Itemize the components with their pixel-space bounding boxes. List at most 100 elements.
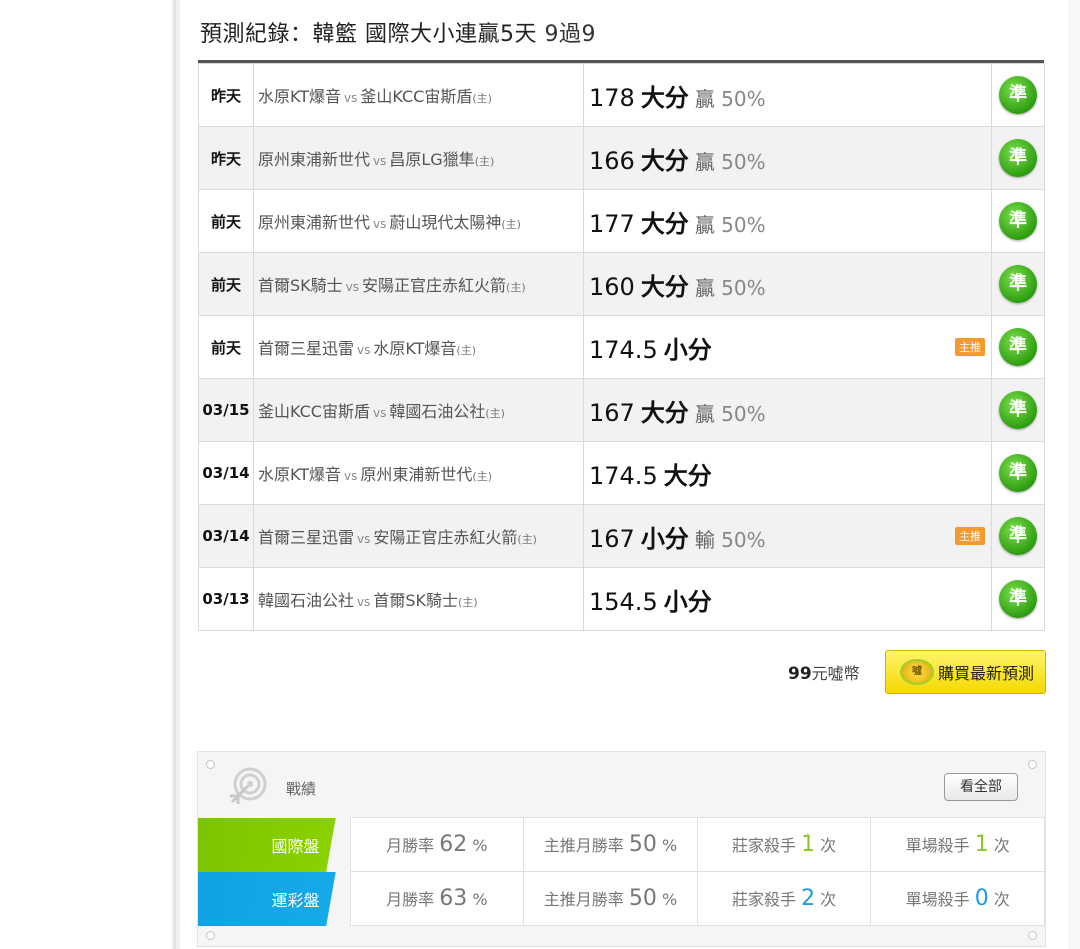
home-team: 安陽正官庄赤紅火箭 — [362, 276, 507, 295]
monthly-win-rate: 月勝率 62 % — [349, 817, 525, 872]
main-pick-win-rate: 主推月勝率 50 % — [523, 817, 698, 872]
main-label: 主推月勝率 — [543, 890, 624, 909]
market-category[interactable]: 運彩盤 — [198, 871, 350, 926]
vs-label: vs — [357, 343, 371, 357]
pick-label: 大分 — [640, 146, 689, 175]
performance-row: 運彩盤 月勝率 63 % 主推月勝率 50 % 莊家殺手 2 次單場殺手 0 次 — [198, 871, 1045, 926]
pick-label: 大分 — [640, 272, 689, 301]
line-value: 160 — [589, 272, 635, 301]
result-pct: 50% — [721, 149, 766, 174]
record-match[interactable]: 原州東浦新世代 vs 蔚山現代太陽神(主) — [253, 189, 584, 253]
home-tag: (主) — [472, 470, 492, 483]
home-tag: (主) — [474, 155, 495, 168]
record-prediction: 178 大分贏 50% — [583, 63, 992, 127]
record-accuracy: 準 — [991, 63, 1045, 127]
buy-button-label: 購買最新預測 — [938, 664, 1035, 683]
record-match[interactable]: 首爾三星迅雷 vs 安陽正官庄赤紅火箭(主) — [253, 504, 584, 568]
target-icon — [230, 767, 267, 804]
record-match[interactable]: 韓國石油公社 vs 首爾SK騎士(主) — [253, 567, 584, 631]
record-prediction: 177 大分贏 50% — [583, 189, 992, 253]
single-killer: 單場殺手 0 次 — [870, 871, 1045, 926]
pick-label: 小分 — [640, 524, 689, 553]
home-team: 安陽正官庄赤紅火箭 — [373, 528, 518, 547]
corner-dot — [206, 931, 215, 940]
line-value: 154.5 — [589, 587, 658, 616]
home-tag: (主) — [472, 92, 492, 105]
record-date: 昨天 — [198, 63, 254, 127]
record-prediction: 167 小分輸 50% 主推 — [583, 504, 992, 568]
title-prefix: 預測紀錄：韓籃 國際大小連贏5天 — [200, 22, 545, 47]
line-value: 174.5 — [589, 461, 658, 490]
coin-icon: 噓 — [900, 659, 934, 685]
record-date: 03/15 — [198, 378, 254, 442]
record-row: 03/14 首爾三星迅雷 vs 安陽正官庄赤紅火箭(主) 167 小分輸 50% 主推準 — [198, 504, 1045, 568]
record-date: 前天 — [198, 252, 254, 316]
line-value: 177 — [589, 209, 635, 238]
record-date: 昨天 — [198, 126, 254, 190]
away-team: 水原KT爆音 — [258, 465, 342, 484]
record-prediction: 174.5 小分 主推 — [583, 315, 992, 379]
record-row: 前天 首爾SK騎士 vs 安陽正官庄赤紅火箭(主) 160 大分贏 50% 準 — [198, 252, 1045, 316]
record-match[interactable]: 原州東浦新世代 vs 昌原LG獵隼(主) — [253, 126, 584, 190]
result-pct: 50% — [721, 212, 766, 237]
banker-value: 1 — [801, 832, 816, 857]
record-prediction: 174.5 大分 — [583, 441, 992, 505]
record-date: 前天 — [198, 315, 254, 379]
accurate-icon: 準 — [999, 454, 1037, 492]
vs-label: vs — [373, 154, 387, 168]
record-match[interactable]: 釜山KCC宙斯盾 vs 韓國石油公社(主) — [253, 378, 584, 442]
record-match[interactable]: 水原KT爆音 vs 原州東浦新世代(主) — [253, 441, 584, 505]
record-date: 03/13 — [198, 567, 254, 631]
result-label: 贏 — [694, 401, 715, 426]
record-accuracy: 準 — [991, 567, 1045, 631]
record-match[interactable]: 首爾SK騎士 vs 安陽正官庄赤紅火箭(主) — [253, 252, 584, 316]
record-prediction: 167 大分贏 50% — [583, 378, 992, 442]
home-tag: (主) — [501, 218, 521, 231]
accurate-icon: 準 — [999, 139, 1037, 177]
pick-label: 小分 — [663, 587, 712, 616]
line-value: 174.5 — [589, 335, 658, 364]
record-accuracy: 準 — [991, 126, 1045, 190]
away-team: 釜山KCC宙斯盾 — [258, 402, 370, 421]
stats-panel: 戰績 看全部 國際盤 月勝率 62 % 主推月勝率 50 % 莊家殺手 1 次單場殺手… — [197, 751, 1046, 947]
record-prediction: 160 大分贏 50% — [583, 252, 992, 316]
line-value: 178 — [589, 83, 635, 112]
main-value: 50 — [628, 886, 657, 911]
record-prediction: 166 大分贏 50% — [583, 126, 992, 190]
result-text: 贏 50% — [695, 402, 766, 426]
banker-unit: 次 — [820, 836, 837, 855]
home-team: 釜山KCC宙斯盾 — [360, 87, 473, 106]
record-accuracy: 準 — [991, 252, 1045, 316]
monthly-unit: % — [472, 836, 488, 855]
main-unit: % — [661, 890, 678, 909]
record-row: 昨天 原州東浦新世代 vs 昌原LG獵隼(主) 166 大分贏 50% 準 — [198, 126, 1045, 190]
result-text: 贏 50% — [695, 276, 766, 300]
records-table: 昨天 水原KT爆音 vs 釜山KCC宙斯盾(主) 178 大分贏 50% 準昨天 原州東浦新世… — [198, 63, 1045, 631]
price-unit: 元噓幣 — [811, 664, 860, 683]
away-team: 首爾SK騎士 — [258, 276, 343, 295]
line-value: 167 — [589, 524, 635, 553]
result-label: 贏 — [694, 275, 715, 300]
result-text: 輸 50% — [695, 528, 766, 552]
single-killer: 單場殺手 1 次 — [870, 817, 1045, 872]
market-category[interactable]: 國際盤 — [198, 817, 350, 872]
banker-label: 莊家殺手 — [731, 890, 796, 909]
record-match[interactable]: 首爾三星迅雷 vs 水原KT爆音(主) — [253, 315, 584, 379]
buy-prediction-button[interactable]: 噓 購買最新預測 — [885, 650, 1046, 694]
record-prediction: 154.5 小分 — [583, 567, 992, 631]
left-pane — [0, 0, 176, 949]
away-team: 韓國石油公社 — [258, 591, 355, 610]
home-team: 原州東浦新世代 — [360, 465, 473, 484]
monthly-label: 月勝率 — [386, 836, 435, 855]
record-match[interactable]: 水原KT爆音 vs 釜山KCC宙斯盾(主) — [253, 63, 584, 127]
monthly-value: 62 — [439, 832, 468, 857]
vs-label: vs — [357, 595, 371, 609]
corner-dot — [1028, 931, 1037, 940]
view-all-button[interactable]: 看全部 — [944, 773, 1018, 801]
result-label: 輸 — [694, 527, 715, 552]
record-row: 前天 原州東浦新世代 vs 蔚山現代太陽神(主) 177 大分贏 50% 準 — [198, 189, 1045, 253]
corner-dot — [1028, 760, 1037, 769]
pick-label: 大分 — [640, 209, 689, 238]
result-label: 贏 — [694, 149, 715, 174]
monthly-unit: % — [472, 890, 488, 909]
